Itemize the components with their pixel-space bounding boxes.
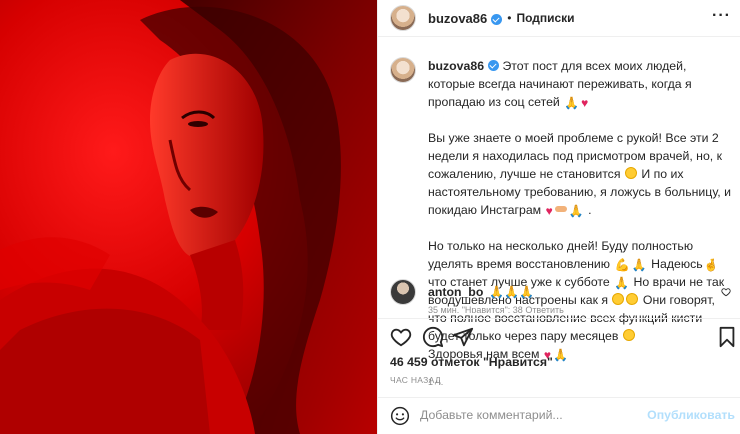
comment-text: 🙏🙏🙏 <box>489 285 535 299</box>
share-paper-plane-icon[interactable] <box>452 326 474 348</box>
likes-count[interactable]: 46 459 отметок "Нравится" <box>390 355 553 369</box>
caption-timestamp[interactable]: 1 ч. <box>428 377 735 387</box>
comment-meta: 35 мин. "Нравится": 38 Ответить <box>428 305 564 313</box>
like-comment-heart-icon[interactable] <box>721 287 731 297</box>
caption-username[interactable]: buzova86 <box>428 59 484 73</box>
muscle-emoji-icon: 💪 <box>614 258 630 272</box>
header-username[interactable]: buzova86 <box>428 11 487 26</box>
add-comment-bar: Опубликовать <box>378 397 740 434</box>
smile-emoji-icon <box>624 167 637 179</box>
pray-emoji-icon: 🙏 <box>631 258 647 272</box>
bandage-emoji-icon <box>554 206 567 212</box>
more-horizontal-icon[interactable]: ··· <box>712 8 731 24</box>
following-button[interactable]: Подписки <box>516 11 574 25</box>
verified-badge-icon <box>488 60 500 71</box>
comment-bubble-icon[interactable] <box>422 326 444 348</box>
comment-username[interactable]: anton_bo <box>428 285 483 299</box>
like-heart-icon[interactable] <box>390 326 412 348</box>
crossed-fingers-emoji-icon: 🤞 <box>703 258 719 272</box>
comment-input[interactable] <box>420 408 650 422</box>
verified-badge-icon <box>491 13 503 25</box>
pray-emoji-icon: 🙏 <box>564 96 580 110</box>
post-photo[interactable] <box>0 0 377 434</box>
pray-emoji-icon: 🙏 <box>568 204 584 218</box>
save-bookmark-icon[interactable] <box>718 326 736 348</box>
comment-avatar[interactable] <box>390 279 416 305</box>
caption-paragraph-2c: . <box>588 203 592 217</box>
post-time-ago[interactable]: ЧАС НАЗАД <box>390 375 441 385</box>
heart-emoji-icon: ♥ <box>545 204 553 218</box>
avatar[interactable] <box>390 5 416 31</box>
action-bar <box>378 318 740 352</box>
emoji-smiley-icon[interactable] <box>390 406 410 426</box>
comment-row: anton_bo 🙏🙏🙏 <box>390 279 735 305</box>
caption-paragraph-3b: Надеюсь <box>651 257 703 271</box>
caption-avatar[interactable] <box>390 57 416 83</box>
publish-button[interactable]: Опубликовать <box>647 408 735 422</box>
post-panel: buzova86 • Подписки ··· buzova86 Этот по… <box>377 0 740 434</box>
post-photo-image <box>0 0 377 434</box>
heart-emoji-icon: ♥ <box>581 96 589 110</box>
post-header: buzova86 • Подписки ··· <box>378 0 740 37</box>
separator-dot: • <box>507 11 512 25</box>
